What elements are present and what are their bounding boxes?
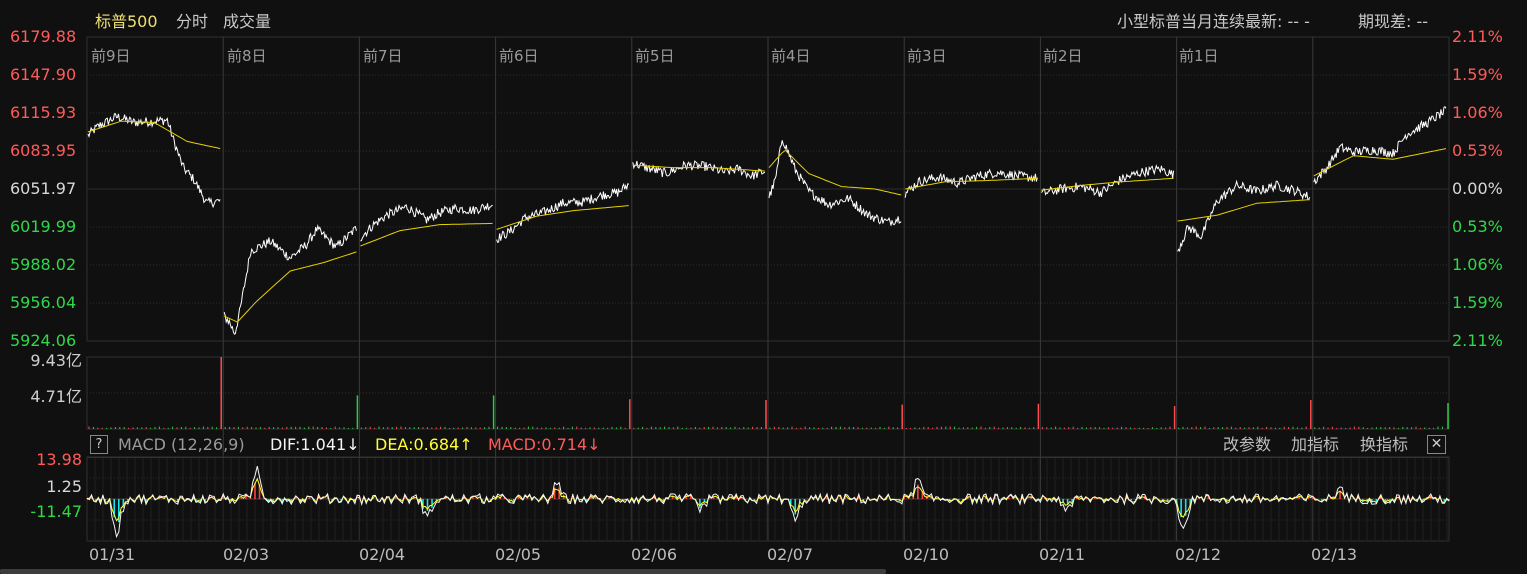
date-label-9: 02/12: [1175, 545, 1222, 564]
macd-axis-top: 13.98: [36, 450, 82, 469]
date-label-6: 02/07: [767, 545, 814, 564]
pct-label-8: 1.59%: [1452, 293, 1503, 312]
macd-header: ? MACD (12,26,9) DIF:1.041↓ DEA:0.684↑ M…: [87, 433, 1449, 458]
tab-volume[interactable]: 成交量: [223, 8, 271, 32]
macd-value: MACD:0.714↓: [488, 435, 601, 454]
price-label-1: 6179.88: [10, 27, 77, 46]
price-line-day-10: [1313, 106, 1447, 185]
price-label-7: 5988.02: [10, 255, 77, 274]
day-label-5: 前5日: [635, 47, 675, 65]
price-label-8: 5956.04: [10, 293, 77, 312]
price-label-5: 6051.97: [10, 179, 77, 198]
avg-line-day-3: [360, 222, 493, 247]
date-label-8: 02/11: [1039, 545, 1086, 564]
pct-label-3: 1.06%: [1452, 103, 1503, 122]
day-label-1: 前9日: [91, 47, 131, 65]
pct-label-1: 2.11%: [1452, 27, 1503, 46]
price-line-day-3: [360, 203, 493, 242]
dif-value: DIF:1.041↓: [270, 435, 360, 454]
avg-line-day-1: [87, 120, 221, 150]
pct-label-2: 1.59%: [1452, 65, 1503, 84]
date-label-10: 02/13: [1311, 545, 1358, 564]
dea-value: DEA:0.684↑: [375, 435, 473, 454]
avg-line-day-10: [1313, 148, 1447, 177]
day-label-2: 前8日: [227, 47, 267, 65]
price-line-day-2: [223, 224, 357, 335]
params-button[interactable]: 改参数: [1223, 436, 1271, 454]
close-icon[interactable]: ✕: [1427, 435, 1446, 454]
day-label-6: 前4日: [771, 47, 811, 65]
pct-label-5: 0.00%: [1452, 179, 1503, 198]
macd-axis-mid: 1.25: [46, 477, 82, 496]
pct-label-6: 0.53%: [1452, 217, 1503, 236]
date-label-7: 02/10: [903, 545, 950, 564]
price-line-day-4: [496, 182, 630, 243]
day-label-3: 前7日: [363, 47, 403, 65]
volume-label-max: 9.43亿: [30, 351, 82, 370]
day-label-7: 前3日: [907, 47, 947, 65]
price-line-day-9: [1177, 179, 1311, 253]
avg-line-day-6: [768, 149, 902, 196]
pct-label-7: 1.06%: [1452, 255, 1503, 274]
price-label-9: 5924.06: [10, 331, 77, 350]
price-line-day-1: [87, 113, 221, 209]
date-label-3: 02/04: [359, 545, 406, 564]
price-label-2: 6147.90: [10, 65, 77, 84]
pct-label-4: 0.53%: [1452, 141, 1503, 160]
horizontal-scrollbar[interactable]: [0, 569, 886, 574]
price-line-day-8: [1041, 164, 1175, 197]
date-label-2: 02/03: [223, 545, 270, 564]
price-label-3: 6115.93: [10, 103, 77, 122]
add-indicator-button[interactable]: 加指标: [1291, 436, 1339, 454]
day-label-4: 前6日: [499, 47, 539, 65]
help-button[interactable]: ?: [90, 435, 108, 454]
chart-title: 标普500: [95, 12, 158, 31]
date-label-1: 01/31: [89, 545, 136, 564]
price-line-day-7: [904, 168, 1038, 198]
avg-line-day-9: [1177, 199, 1310, 222]
chart-root: 标普500 分时 成交量 小型标普当月连续最新: -- - 期现差: -- 61…: [0, 0, 1527, 574]
tab-minute[interactable]: 分时: [176, 8, 208, 32]
day-label-9: 前1日: [1179, 47, 1219, 65]
day-label-8: 前2日: [1043, 47, 1083, 65]
chart-canvas[interactable]: [0, 0, 1527, 574]
switch-indicator-button[interactable]: 换指标: [1360, 436, 1408, 454]
price-label-4: 6083.95: [10, 141, 77, 160]
date-label-5: 02/06: [631, 545, 678, 564]
macd-axis-bottom: -11.47: [30, 502, 82, 521]
volume-label-mid: 4.71亿: [30, 387, 82, 406]
date-label-4: 02/05: [495, 545, 542, 564]
macd-label: MACD (12,26,9): [118, 435, 245, 454]
pct-label-9: 2.11%: [1452, 331, 1503, 350]
futures-label: 小型标普当月连续最新: -- -: [1117, 12, 1310, 31]
price-label-6: 6019.99: [10, 217, 77, 236]
basis-label: 期现差: --: [1358, 12, 1429, 31]
